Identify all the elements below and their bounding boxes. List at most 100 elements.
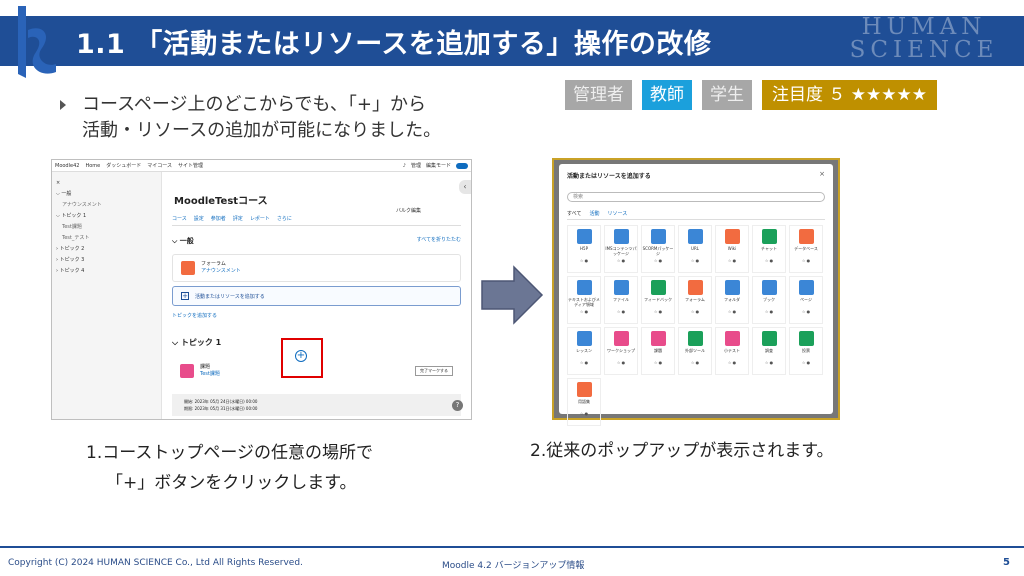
- star-info-icons[interactable]: ☆ ●: [617, 360, 625, 365]
- close-icon[interactable]: ×: [819, 170, 825, 178]
- star-info-icons[interactable]: ☆ ●: [802, 309, 810, 314]
- chooser-item[interactable]: フォルダ ☆ ●: [715, 276, 749, 324]
- tab-activities[interactable]: 活動: [589, 210, 599, 217]
- star-info-icons[interactable]: ☆ ●: [617, 309, 625, 314]
- nav-dashboard[interactable]: ダッシュボード: [106, 162, 141, 169]
- edit-mode-toggle[interactable]: [456, 162, 468, 169]
- star-info-icons[interactable]: ☆ ●: [765, 360, 773, 365]
- nav-home[interactable]: Home: [85, 163, 100, 169]
- star-info-icons[interactable]: ☆ ●: [691, 258, 699, 263]
- sidebar-item-announcement[interactable]: アナウンスメント: [56, 200, 157, 211]
- chooser-item[interactable]: 調査 ☆ ●: [752, 327, 786, 375]
- star-info-icons[interactable]: ☆ ●: [802, 360, 810, 365]
- module-icon: [576, 382, 592, 397]
- footer-divider: [0, 546, 1024, 548]
- tab-settings[interactable]: 設定: [194, 215, 204, 222]
- star-info-icons[interactable]: ☆ ●: [728, 258, 736, 263]
- chooser-item[interactable]: ファイル ☆ ●: [604, 276, 638, 324]
- star-info-icons[interactable]: ☆ ●: [728, 360, 736, 365]
- sidebar-item-topic1[interactable]: ⌵ トピック 1: [56, 211, 157, 222]
- chooser-item[interactable]: 課題 ☆ ●: [641, 327, 675, 375]
- chooser-item[interactable]: SCORMパッケージ ☆ ●: [641, 225, 675, 273]
- star-info-icons[interactable]: ☆ ●: [617, 258, 625, 263]
- search-input[interactable]: 検索: [567, 192, 825, 202]
- sidebar-item-topic4[interactable]: › トピック 4: [56, 266, 157, 277]
- activity-chooser-screenshot: 活動またはリソースを追加する × 検索 すべて 活動 リソース H5P ☆ ● IM…: [552, 158, 840, 426]
- star-info-icons[interactable]: ☆ ●: [580, 309, 588, 314]
- section-topic1-title[interactable]: ⌵ トピック 1: [172, 337, 221, 348]
- chooser-item[interactable]: レッスン ☆ ●: [567, 327, 601, 375]
- activity-name[interactable]: アナウンスメント: [201, 268, 241, 275]
- chooser-item[interactable]: テキストおよびメディア領域 ☆ ●: [567, 276, 601, 324]
- course-index-sidebar: × ⌵ 一般 アナウンスメント ⌵ トピック 1 Test課題 Test_テスト…: [52, 172, 162, 419]
- chooser-item[interactable]: ページ ☆ ●: [789, 276, 823, 324]
- course-tabs: コース 設定 参加者 評定 レポート さらに: [172, 215, 461, 226]
- star-info-icons[interactable]: ☆ ●: [580, 258, 588, 263]
- chooser-item[interactable]: H5P ☆ ●: [567, 225, 601, 273]
- add-topic-link[interactable]: トピックを追加する: [172, 312, 461, 319]
- chooser-item[interactable]: フィードバック ☆ ●: [641, 276, 675, 324]
- chooser-item[interactable]: ブック ☆ ●: [752, 276, 786, 324]
- chooser-item[interactable]: ワークショップ ☆ ●: [604, 327, 638, 375]
- star-info-icons[interactable]: ☆ ●: [765, 309, 773, 314]
- help-icon[interactable]: ?: [452, 400, 463, 411]
- collapse-all-link[interactable]: すべてを折りたたむ: [417, 236, 461, 246]
- tab-resources[interactable]: リソース: [607, 210, 627, 217]
- chooser-item-label: チャット: [761, 246, 777, 251]
- close-icon[interactable]: ×: [56, 178, 157, 189]
- star-info-icons[interactable]: ☆ ●: [802, 258, 810, 263]
- tab-participants[interactable]: 参加者: [211, 215, 226, 222]
- bulk-edit-link[interactable]: バルク編集: [396, 207, 421, 214]
- assign-type: 課題: [200, 364, 211, 370]
- activity-forum[interactable]: フォーラム アナウンスメント: [172, 254, 461, 282]
- bell-icon[interactable]: ♪: [403, 163, 406, 169]
- chooser-item[interactable]: URL ☆ ●: [678, 225, 712, 273]
- section-general-title[interactable]: ⌵ 一般: [172, 236, 194, 246]
- nav-brand[interactable]: Moodle42: [55, 163, 79, 169]
- tab-reports[interactable]: レポート: [250, 215, 270, 222]
- chooser-item[interactable]: フォーラム ☆ ●: [678, 276, 712, 324]
- add-plus-icon[interactable]: +: [295, 350, 307, 362]
- sidebar-item-topic2[interactable]: › トピック 2: [56, 244, 157, 255]
- footer-doc-title: Moodle 4.2 バージョンアップ情報: [442, 561, 585, 571]
- moodle-navbar: Moodle42 Home ダッシュボード マイコース サイト管理 ♪ 管理 編…: [52, 160, 471, 172]
- star-info-icons[interactable]: ☆ ●: [654, 309, 662, 314]
- nav-mycourses[interactable]: マイコース: [147, 162, 172, 169]
- star-info-icons[interactable]: ☆ ●: [765, 258, 773, 263]
- user-menu[interactable]: 管理: [411, 162, 421, 169]
- chooser-item[interactable]: 小テスト ☆ ●: [715, 327, 749, 375]
- chooser-item-label: ワークショップ: [607, 348, 635, 353]
- chooser-item[interactable]: Wiki ☆ ●: [715, 225, 749, 273]
- chooser-item[interactable]: 外部ツール ☆ ●: [678, 327, 712, 375]
- tab-more[interactable]: さらに: [277, 215, 292, 222]
- mark-done-button[interactable]: 完了マークする: [415, 366, 453, 376]
- star-info-icons[interactable]: ☆ ●: [691, 309, 699, 314]
- sidebar-item-topic3[interactable]: › トピック 3: [56, 255, 157, 266]
- star-info-icons[interactable]: ☆ ●: [654, 258, 662, 263]
- star-info-icons[interactable]: ☆ ●: [580, 411, 588, 416]
- chooser-item[interactable]: チャット ☆ ●: [752, 225, 786, 273]
- date-due: 期限: 2023年 05月 31日(水曜日) 00:00: [184, 406, 258, 411]
- modal-title: 活動またはリソースを追加する: [567, 173, 651, 180]
- chooser-item[interactable]: 用語集 ☆ ●: [567, 378, 601, 426]
- star-info-icons[interactable]: ☆ ●: [691, 360, 699, 365]
- sidebar-item-assign[interactable]: Test課題: [56, 222, 157, 233]
- module-icon: [687, 280, 703, 295]
- chooser-item-label: データベース: [794, 246, 818, 251]
- nav-siteadmin[interactable]: サイト管理: [178, 162, 203, 169]
- chooser-item[interactable]: IMSコンテンツパッケージ ☆ ●: [604, 225, 638, 273]
- tab-grades[interactable]: 評定: [233, 215, 243, 222]
- star-info-icons[interactable]: ☆ ●: [580, 360, 588, 365]
- add-activity-button[interactable]: + 活動またはリソースを追加する: [172, 286, 461, 306]
- sidebar-item-quiz[interactable]: Test_テスト: [56, 233, 157, 244]
- assign-name[interactable]: Test課題: [200, 371, 220, 378]
- tab-all[interactable]: すべて: [567, 210, 581, 217]
- star-info-icons[interactable]: ☆ ●: [728, 309, 736, 314]
- tab-course[interactable]: コース: [172, 215, 187, 222]
- star-info-icons[interactable]: ☆ ●: [654, 360, 662, 365]
- chooser-item[interactable]: データベース ☆ ●: [789, 225, 823, 273]
- chooser-item[interactable]: 投票 ☆ ●: [789, 327, 823, 375]
- course-main: MoodleTestコース バルク編集 コース 設定 参加者 評定 レポート さ…: [172, 172, 471, 419]
- assignment-icon: [180, 364, 194, 378]
- sidebar-item-general[interactable]: ⌵ 一般: [56, 189, 157, 200]
